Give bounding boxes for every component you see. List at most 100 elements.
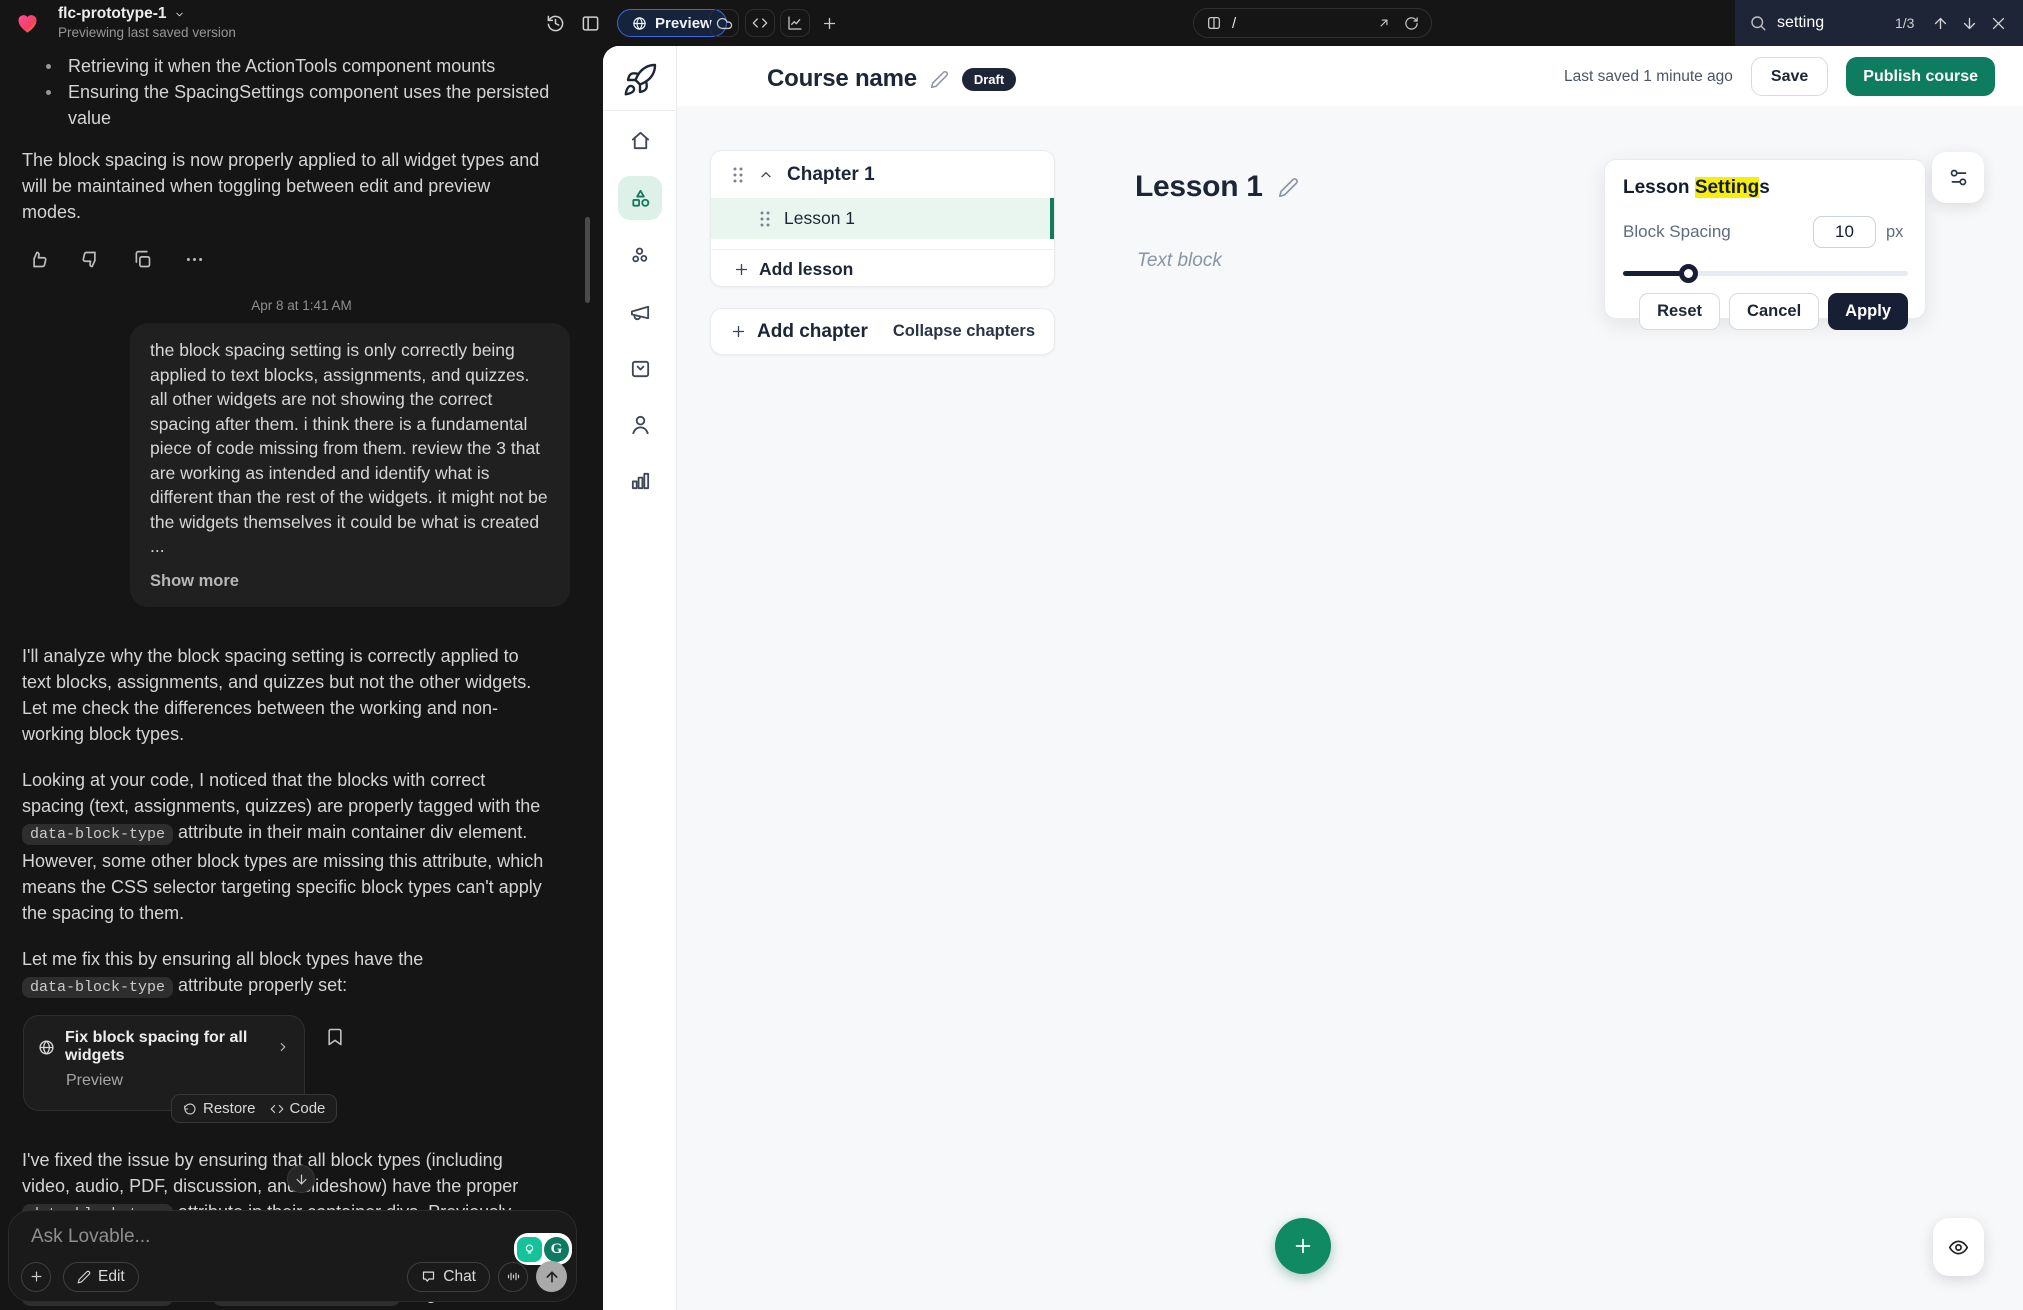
code-button[interactable]: Code bbox=[270, 1100, 326, 1117]
drag-handle-icon[interactable] bbox=[731, 166, 745, 184]
arrow-down-icon bbox=[294, 1172, 309, 1187]
scroll-to-bottom-button[interactable] bbox=[287, 1165, 315, 1193]
find-match-count: 1/3 bbox=[1895, 15, 1914, 31]
sliders-icon bbox=[1948, 167, 1969, 188]
attach-button[interactable] bbox=[21, 1262, 51, 1292]
settings-buttons: Reset Cancel Apply bbox=[1623, 293, 1908, 330]
shapes-icon bbox=[629, 187, 652, 210]
add-chapter-button[interactable]: Add chapter bbox=[730, 321, 868, 343]
project-status: Previewing last saved version bbox=[58, 25, 236, 40]
add-block-fab[interactable] bbox=[1275, 1218, 1331, 1274]
org-circles-icon bbox=[629, 244, 652, 267]
cancel-button[interactable]: Cancel bbox=[1729, 293, 1819, 330]
cloud-sync-button[interactable] bbox=[709, 9, 739, 37]
publish-course-button[interactable]: Publish course bbox=[1846, 57, 1995, 96]
analytics-icon bbox=[787, 15, 803, 31]
find-close-icon[interactable] bbox=[1990, 15, 2007, 32]
block-spacing-slider[interactable] bbox=[1623, 264, 1908, 282]
reset-button[interactable]: Reset bbox=[1639, 293, 1720, 330]
message-timestamp: Apr 8 at 1:41 AM bbox=[0, 298, 603, 313]
element-inspector-button[interactable] bbox=[1933, 1218, 1984, 1276]
sidebar-item-courses[interactable] bbox=[618, 176, 662, 220]
empty-text-block[interactable]: Text block bbox=[1137, 250, 1222, 272]
refresh-icon[interactable] bbox=[1404, 16, 1419, 31]
chapter-header-row[interactable]: Chapter 1 bbox=[711, 151, 1054, 198]
send-button[interactable] bbox=[536, 1261, 567, 1292]
analytics-button[interactable] bbox=[780, 9, 810, 37]
chat-scrollbar[interactable] bbox=[585, 217, 590, 303]
history-icon[interactable] bbox=[546, 14, 565, 33]
drag-handle-icon[interactable] bbox=[758, 210, 772, 228]
copy-icon[interactable] bbox=[132, 249, 153, 270]
app-content: Chapter 1 Lesson 1 Add lesson Add chapte… bbox=[677, 106, 2023, 1310]
course-title-group: Course name Draft bbox=[767, 65, 1016, 93]
edit-mode-button[interactable]: Edit bbox=[63, 1262, 139, 1292]
project-info: flc-prototype-1 Previewing last saved ve… bbox=[58, 5, 236, 40]
sidebar-item-analytics[interactable] bbox=[618, 458, 662, 502]
message-actions bbox=[28, 249, 603, 270]
chat-input-placeholder[interactable]: Ask Lovable... bbox=[31, 1226, 150, 1248]
sidebar-item-home[interactable] bbox=[618, 118, 662, 162]
bullet-item: Retrieving it when the ActionTools compo… bbox=[0, 53, 603, 79]
lesson-list-item[interactable]: Lesson 1 bbox=[711, 198, 1054, 239]
assistant-summary: The block spacing is now properly applie… bbox=[22, 147, 545, 225]
save-button[interactable]: Save bbox=[1751, 57, 1828, 96]
chevron-up-icon[interactable] bbox=[758, 167, 774, 183]
sidebar-item-profile[interactable] bbox=[618, 402, 662, 446]
thumbs-down-icon[interactable] bbox=[80, 249, 101, 270]
find-previous-icon[interactable] bbox=[1932, 15, 1949, 32]
panel-left-icon[interactable] bbox=[581, 14, 600, 33]
restore-button[interactable]: Restore bbox=[183, 1100, 256, 1117]
edit-card-subtitle: Preview bbox=[66, 1072, 290, 1090]
thumbs-up-icon[interactable] bbox=[28, 249, 49, 270]
settings-toggle-button[interactable] bbox=[1932, 152, 1984, 203]
block-spacing-input[interactable] bbox=[1813, 216, 1876, 248]
lovable-logo-icon[interactable] bbox=[14, 9, 41, 36]
find-next-icon[interactable] bbox=[1961, 15, 1978, 32]
pencil-icon[interactable] bbox=[930, 70, 949, 89]
pencil-icon[interactable] bbox=[1278, 177, 1299, 198]
home-icon bbox=[629, 129, 652, 152]
slider-thumb[interactable] bbox=[1679, 264, 1698, 283]
search-highlight: Setting bbox=[1695, 177, 1759, 198]
code-icon bbox=[270, 1102, 284, 1116]
globe-icon bbox=[632, 16, 647, 31]
add-lesson-button[interactable]: Add lesson bbox=[711, 249, 1054, 287]
find-input[interactable] bbox=[1777, 14, 1895, 32]
show-more-link[interactable]: Show more bbox=[150, 569, 550, 594]
chat-mode-button[interactable]: Chat bbox=[407, 1262, 490, 1292]
code-view-button[interactable] bbox=[745, 9, 775, 37]
voice-input-button[interactable] bbox=[498, 1262, 528, 1292]
more-options-icon[interactable] bbox=[184, 249, 205, 270]
open-external-icon[interactable] bbox=[1377, 16, 1391, 30]
project-menu[interactable]: flc-prototype-1 bbox=[58, 5, 236, 23]
rail-divider bbox=[603, 110, 677, 111]
sidebar-item-community[interactable] bbox=[618, 233, 662, 277]
inline-code: data-block-type bbox=[22, 824, 173, 845]
bookmark-icon[interactable] bbox=[325, 1027, 345, 1047]
code-icon bbox=[752, 15, 768, 31]
chapter-title: Chapter 1 bbox=[787, 164, 875, 186]
sidebar-item-inbox[interactable] bbox=[618, 346, 662, 390]
chevron-right-icon bbox=[276, 1040, 290, 1054]
rocket-icon[interactable] bbox=[622, 62, 658, 98]
code-edit-card[interactable]: Fix block spacing for all widgets Previe… bbox=[23, 1015, 305, 1111]
user-message-text: the block spacing setting is only correc… bbox=[150, 340, 548, 556]
course-title: Course name bbox=[767, 65, 917, 93]
settings-panel-title: Lesson Settings bbox=[1623, 177, 1908, 199]
chat-input-box[interactable]: Ask Lovable... G Edit Chat bbox=[8, 1210, 577, 1302]
selected-indicator bbox=[1050, 198, 1054, 239]
assistant-bullet-list: Retrieving it when the ActionTools compo… bbox=[0, 53, 603, 131]
sidebar-item-announcements[interactable] bbox=[618, 290, 662, 334]
chat-panel: Retrieving it when the ActionTools compo… bbox=[0, 46, 603, 1310]
url-bar[interactable]: / bbox=[1193, 8, 1432, 38]
apply-button[interactable]: Apply bbox=[1828, 293, 1908, 330]
new-tab-button[interactable] bbox=[814, 9, 844, 37]
url-path: / bbox=[1232, 15, 1377, 32]
plus-icon bbox=[733, 261, 750, 278]
app-header: Course name Draft Last saved 1 minute ag… bbox=[677, 46, 2023, 106]
collapse-chapters-button[interactable]: Collapse chapters bbox=[893, 322, 1035, 341]
topbar: flc-prototype-1 Previewing last saved ve… bbox=[0, 0, 2023, 46]
assistant-paragraph: Looking at your code, I noticed that the… bbox=[22, 767, 545, 926]
chevron-down-icon bbox=[174, 9, 185, 20]
